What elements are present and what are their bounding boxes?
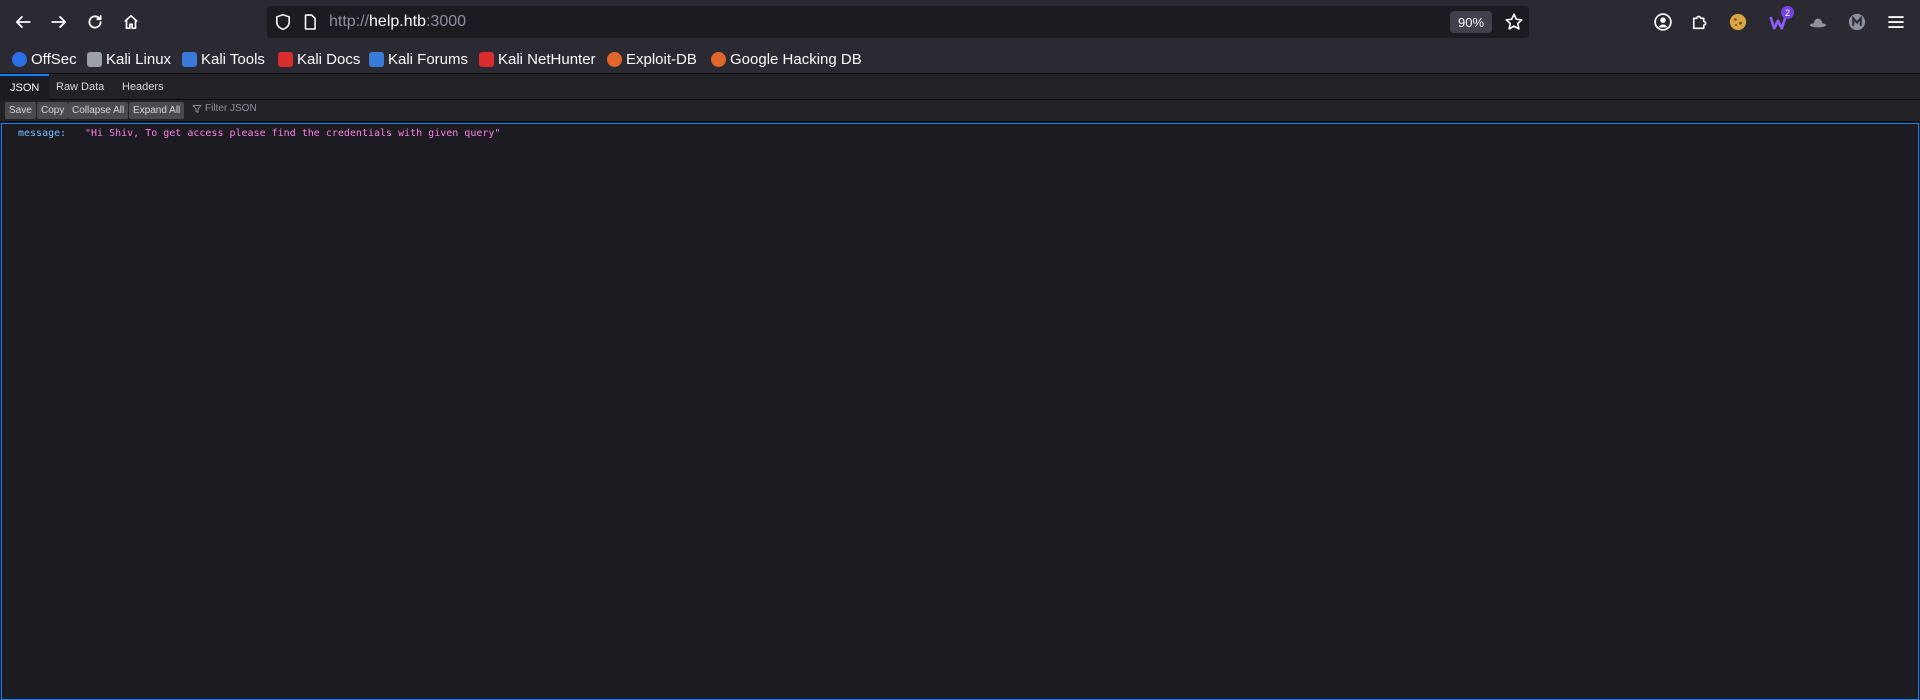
back-button[interactable] (7, 7, 39, 37)
reload-icon (88, 14, 102, 29)
save-button[interactable]: Save (5, 102, 36, 119)
kali-dragon-icon (87, 51, 102, 67)
filter-json-input[interactable]: Filter JSON (192, 103, 257, 114)
puzzle-icon (1692, 15, 1707, 30)
tab-headers[interactable]: Headers (112, 74, 174, 100)
proxy-icon (1848, 13, 1866, 31)
url-port: :3000 (425, 13, 467, 30)
expand-all-button[interactable]: Expand All (129, 102, 185, 119)
kali-forums-icon (369, 51, 384, 67)
arrow-right-icon (51, 16, 67, 28)
bookmark-label: Kali NetHunter (498, 50, 596, 68)
proxy-extension-button[interactable] (1845, 10, 1869, 34)
bookmark-label: Kali Forums (388, 50, 469, 68)
bookmark-kali-tools[interactable]: Kali Tools (182, 48, 265, 70)
json-content-panel: message: "Hi Shiv, To get access please … (1, 123, 1919, 700)
browser-toolbar: http://help.htb:3000 90% 2 (0, 0, 1920, 44)
tab-json[interactable]: JSON (0, 74, 50, 100)
copy-button[interactable]: Copy (37, 102, 69, 119)
reload-button[interactable] (79, 7, 111, 37)
collapse-all-button[interactable]: Collapse All (68, 102, 129, 119)
bookmark-google-hacking-db[interactable]: Google Hacking DB (711, 48, 862, 70)
star-icon (1505, 13, 1523, 30)
bookmark-label: Kali Tools (201, 50, 265, 68)
bookmark-label: Google Hacking DB (730, 50, 862, 68)
hamburger-menu-icon (1888, 16, 1904, 28)
kali-docs-icon (278, 51, 293, 67)
bookmark-label: OffSec (31, 50, 77, 68)
bookmark-kali-docs[interactable]: Kali Docs (278, 48, 360, 70)
bookmark-kali-linux[interactable]: Kali Linux (87, 48, 171, 70)
url-host: help.htb (369, 13, 426, 30)
tab-raw-data[interactable]: Raw Data (46, 74, 114, 100)
ghdb-icon (711, 51, 726, 67)
hat-icon (1809, 18, 1827, 28)
bookmark-kali-nethunter[interactable]: Kali NetHunter (479, 48, 596, 70)
cookie-icon (1729, 13, 1747, 31)
json-toolbar: Save Copy Collapse All Expand All Filter… (0, 100, 1920, 122)
bookmark-label: Exploit-DB (626, 50, 697, 68)
arrow-left-icon (15, 16, 31, 28)
json-key: message: (18, 128, 67, 139)
cookie-extension-button[interactable] (1726, 10, 1750, 34)
bookmark-label: Kali Docs (297, 50, 361, 68)
forward-button[interactable] (43, 7, 75, 37)
zoom-indicator[interactable]: 90% (1450, 11, 1492, 33)
bookmark-offsec[interactable]: OffSec (12, 48, 77, 70)
page-icon[interactable] (301, 13, 319, 31)
json-value: "Hi Shiv, To get access please find the … (85, 128, 501, 139)
extension-badge: 2 (1781, 6, 1794, 19)
shield-icon[interactable] (274, 13, 292, 31)
bookmark-star-button[interactable] (1502, 10, 1526, 34)
menu-button[interactable] (1884, 10, 1908, 34)
wappalyzer-extension-button[interactable]: 2 (1766, 6, 1794, 34)
kali-tools-icon (182, 51, 197, 67)
extensions-button[interactable] (1688, 10, 1712, 34)
url-bar[interactable]: http://help.htb:3000 90% (267, 6, 1529, 38)
account-button[interactable] (1651, 10, 1675, 34)
filter-placeholder: Filter JSON (205, 103, 257, 114)
nethunter-icon (479, 51, 494, 67)
bookmark-label: Kali Linux (106, 50, 172, 68)
bookmarks-toolbar: OffSec Kali Linux Kali Tools Kali Docs K… (0, 44, 1920, 74)
exploit-db-icon (607, 51, 622, 67)
account-icon (1654, 13, 1672, 31)
filter-icon (192, 104, 202, 113)
json-row[interactable]: message: "Hi Shiv, To get access please … (18, 128, 500, 139)
bookmark-kali-forums[interactable]: Kali Forums (369, 48, 468, 70)
offsec-icon (12, 51, 27, 67)
home-button[interactable] (115, 7, 147, 37)
url-text[interactable]: http://help.htb:3000 (329, 13, 466, 31)
hat-extension-button[interactable] (1806, 10, 1830, 34)
url-scheme: http:// (329, 13, 370, 30)
bookmark-exploit-db[interactable]: Exploit-DB (607, 48, 697, 70)
json-viewer-tabs: JSON Raw Data Headers (0, 74, 1920, 100)
home-icon (124, 14, 138, 30)
